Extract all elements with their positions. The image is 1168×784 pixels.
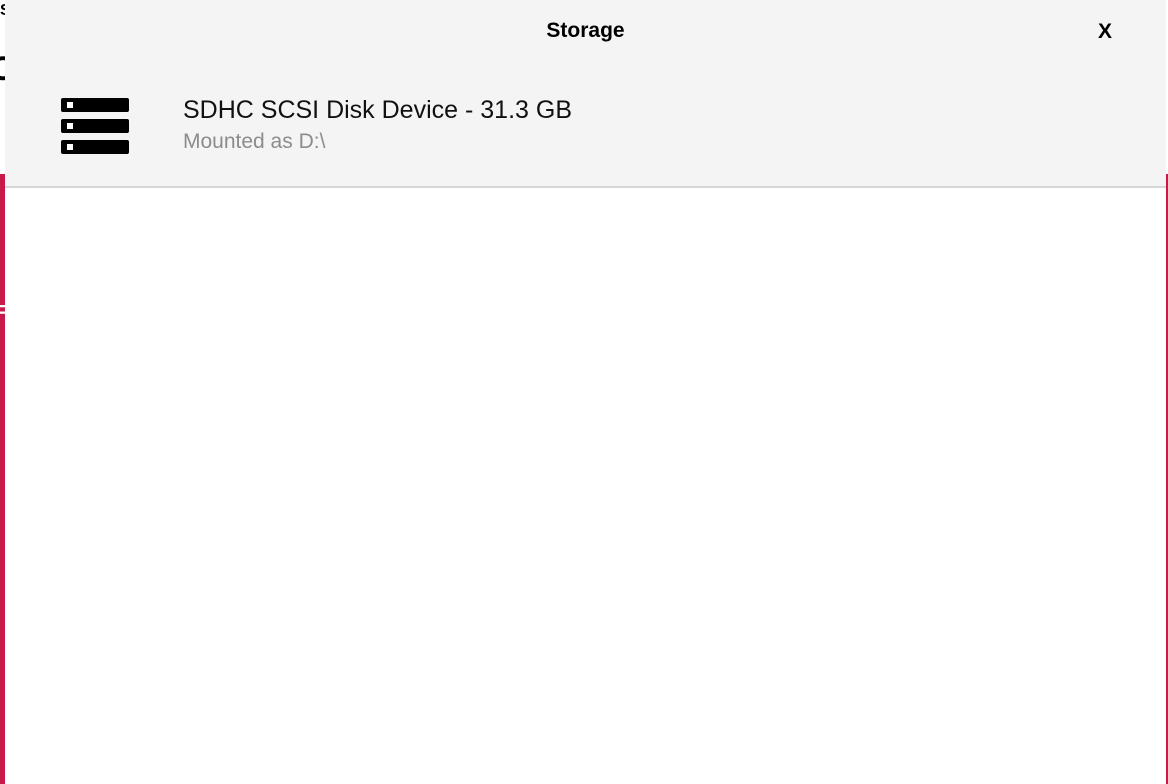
close-button[interactable]: X — [1092, 18, 1118, 46]
storage-device-name: SDHC SCSI Disk Device - 31.3 GB — [183, 96, 572, 124]
storage-device-item[interactable]: SDHC SCSI Disk Device - 31.3 GB Mounted … — [5, 62, 1166, 188]
storage-drive-icon — [61, 98, 129, 154]
storage-list: SDHC SCSI Disk Device - 31.3 GB Mounted … — [5, 62, 1166, 188]
dialog-title: Storage — [546, 19, 625, 42]
storage-device-mount: Mounted as D:\ — [183, 130, 326, 153]
storage-dialog: Storage X SDHC SCSI Disk Device - 31.3 G… — [5, 0, 1166, 784]
dialog-header: Storage X — [5, 0, 1166, 62]
